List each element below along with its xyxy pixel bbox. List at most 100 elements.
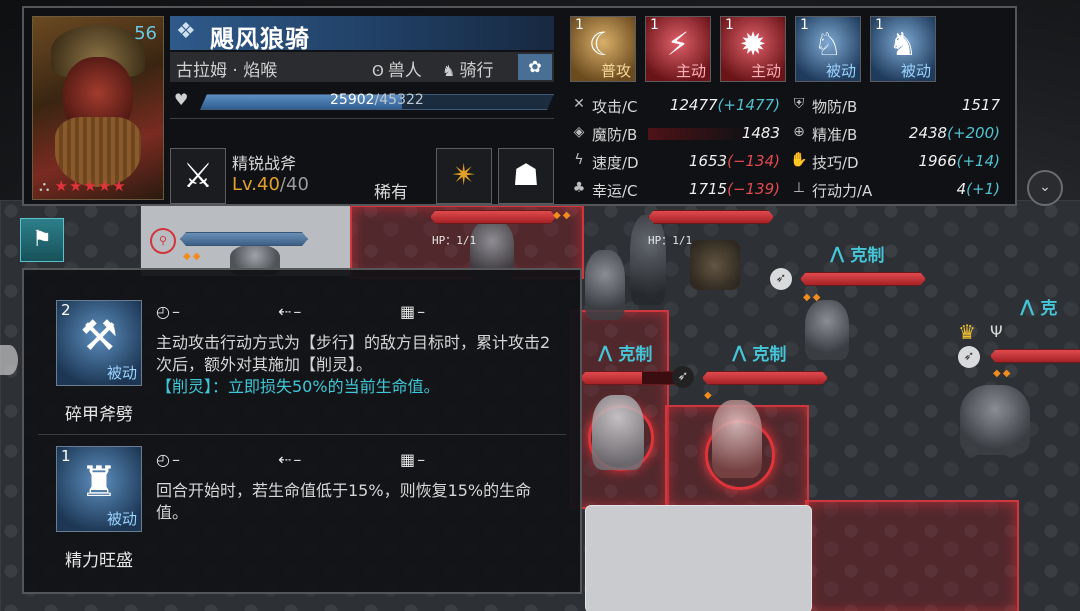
burst-icon: ✹ (739, 25, 767, 63)
hero-name: 古拉姆 · 焰喉 (176, 61, 278, 81)
barrel (690, 240, 740, 290)
tree-stump (630, 215, 666, 305)
expand-chevron-down-icon[interactable]: ⌄ (1027, 170, 1063, 206)
stat-modifier: (+200) (947, 124, 1000, 142)
stat-modifier: (+1) (966, 180, 1000, 198)
enemy-unit[interactable] (712, 400, 762, 478)
trident-icon: Ψ (990, 322, 1003, 341)
skill-type: 主动 (675, 62, 706, 80)
skill-type: 普攻 (600, 62, 631, 80)
stat-skill: ✋ 技巧/D 1966(+14) (790, 150, 1000, 174)
skill-type: 被动 (825, 62, 856, 80)
enemy-hp-label: HP：1/1 (432, 234, 477, 247)
stat-debuff-overlay (648, 128, 748, 140)
enemy-unit[interactable] (805, 300, 849, 360)
axe-icon: ⚒ (80, 311, 118, 360)
counter-indicator: ⋀ 克制 (732, 340, 786, 366)
skill-icon-vigor[interactable]: 1 ♜ 被动 (56, 446, 142, 532)
weapon-level-current: 40 (257, 174, 280, 195)
enemy-hp-bar (702, 371, 828, 385)
stat-accuracy: ⊕ 精准/B 2438(+200) (790, 122, 1000, 146)
tile-enemy-zone[interactable] (805, 500, 1019, 611)
shield-icon: ⛨ (793, 96, 805, 112)
movement-label: 骑行 (459, 61, 494, 81)
enemy-unit[interactable] (960, 385, 1030, 455)
skill-tile[interactable]: 1 ☾ 普攻 (570, 16, 636, 82)
rank-diamonds: ◆ (704, 390, 714, 401)
range-arrow-icon: ⇠ (278, 302, 292, 321)
stat-label: 速度/D (592, 154, 639, 172)
weapon-level-max: /40 (279, 174, 309, 195)
stat-number: 1653 (688, 152, 728, 170)
spear-marker-icon: ➶ (770, 268, 792, 290)
grid-icon: ▦ (400, 302, 416, 321)
weapon-section: ⚔ 精锐战斧 Lv.40/40 稀有 ✴ ☗ (170, 124, 554, 204)
class-icon: ⛬ (39, 177, 51, 195)
stat-movement: ⊥ 行动力/A 4(+1) (790, 178, 1000, 202)
enemy-hp-bar (990, 349, 1080, 363)
brain-icon[interactable]: ✿ (518, 54, 552, 80)
enemy-unit[interactable] (592, 395, 644, 470)
boot-icon: ⊥ (792, 180, 806, 196)
stat-value: 1483 (742, 124, 780, 142)
skill-cooldown: ◴ – (156, 450, 278, 469)
skill-icon-armor-break[interactable]: 2 ⚒ 被动 (56, 300, 142, 386)
range-value: – (293, 302, 302, 321)
cooldown-value: – (171, 450, 180, 469)
skill-tile[interactable]: 1 ⚡ 主动 (645, 16, 711, 82)
enemy-hp-label: HP：1/1 (648, 234, 693, 247)
claw-icon: ✋ (790, 152, 808, 168)
whirlwind-icon[interactable]: ✴ (436, 148, 492, 204)
skill-description: 主动攻击行动方式为【步行】的敌方目标时，累计攻击2次后，额外对其施加【削灵】。 … (156, 332, 556, 398)
stat-number: 1715 (688, 180, 728, 198)
stat-value: 2438(+200) (909, 124, 1000, 142)
horse-icon: ♞ (442, 62, 456, 80)
enemy-unit[interactable] (585, 250, 625, 320)
skill-type: 主动 (750, 62, 781, 80)
area-value: – (417, 450, 426, 469)
counter-indicator: ⋀ 克制 (598, 340, 652, 366)
armor-break-icon[interactable]: ☗ (498, 148, 554, 204)
weapon-level: Lv.40/40 (232, 174, 309, 195)
wolf-icon: ♘ (813, 25, 843, 63)
crosshair-icon: ⊕ (793, 124, 805, 140)
skill-desc-text: 回合开始时，若生命值低于15%，则恢复15%的生命值。 (156, 481, 532, 522)
hp-row: ♥ 25902/45322 (170, 90, 554, 112)
skill-meta: ◴ – ⇠ – ▦ – (156, 302, 522, 321)
divider (170, 118, 554, 119)
skill-tile[interactable]: 1 ♞ 被动 (870, 16, 936, 82)
skill-area: ▦ – (400, 450, 522, 469)
skill-name: 精力旺盛 (65, 551, 133, 571)
tile-stone-light (585, 505, 812, 611)
counter-indicator: ⋀ 克制 (830, 241, 884, 267)
stat-number: 1966 (918, 152, 957, 170)
skill-type: 被动 (900, 62, 931, 80)
unit-level: 56 (134, 23, 157, 44)
skill-tile[interactable]: 1 ✹ 主动 (720, 16, 786, 82)
weapon-rarity: 稀有 (374, 183, 408, 203)
skill-tile[interactable]: 1 ♘ 被动 (795, 16, 861, 82)
unit-list-button[interactable]: ⚑ (20, 218, 64, 262)
stat-speed: ϟ 速度/D 1653(−134) (570, 150, 780, 174)
skill-description: 回合开始时，若生命值低于15%，则恢复15%的生命值。 (156, 480, 556, 524)
stat-luck: ♣ 幸运/C 1715(−139) (570, 178, 780, 202)
race-label: 兽人 (387, 61, 422, 81)
orc-icon: ʘ (372, 62, 384, 80)
hp-value: 25902/45322 (330, 92, 424, 108)
clock-icon: ◴ (156, 450, 170, 469)
magic-shield-icon: ◈ (573, 124, 585, 140)
warrior-silhouette-icon: ♜ (80, 457, 118, 506)
skill-range: ⇠ – (278, 302, 400, 321)
rank-diamonds: ◆◆ (803, 292, 823, 303)
unit-portrait[interactable]: 56 ⛬ ★★★★★ (32, 16, 164, 200)
skill-desc-text: 主动攻击行动方式为【步行】的敌方目标时，累计攻击2次后，额外对其施加【削灵】。 (156, 333, 551, 374)
race-tag: ʘ 兽人 (372, 56, 422, 81)
stat-value: 4(+1) (957, 180, 1000, 198)
skill-cooldown: ◴ – (156, 302, 278, 321)
stat-value: 1966(+14) (918, 152, 1000, 170)
skill-effect-text: 【削灵】：立即损失50%的当前生命值。 (156, 377, 440, 396)
range-value: – (293, 450, 302, 469)
stat-label: 技巧/D (812, 154, 859, 172)
unit-stars: ⛬ ★★★★★ (39, 177, 127, 195)
battle-axe-icon[interactable]: ⚔ (170, 148, 226, 204)
